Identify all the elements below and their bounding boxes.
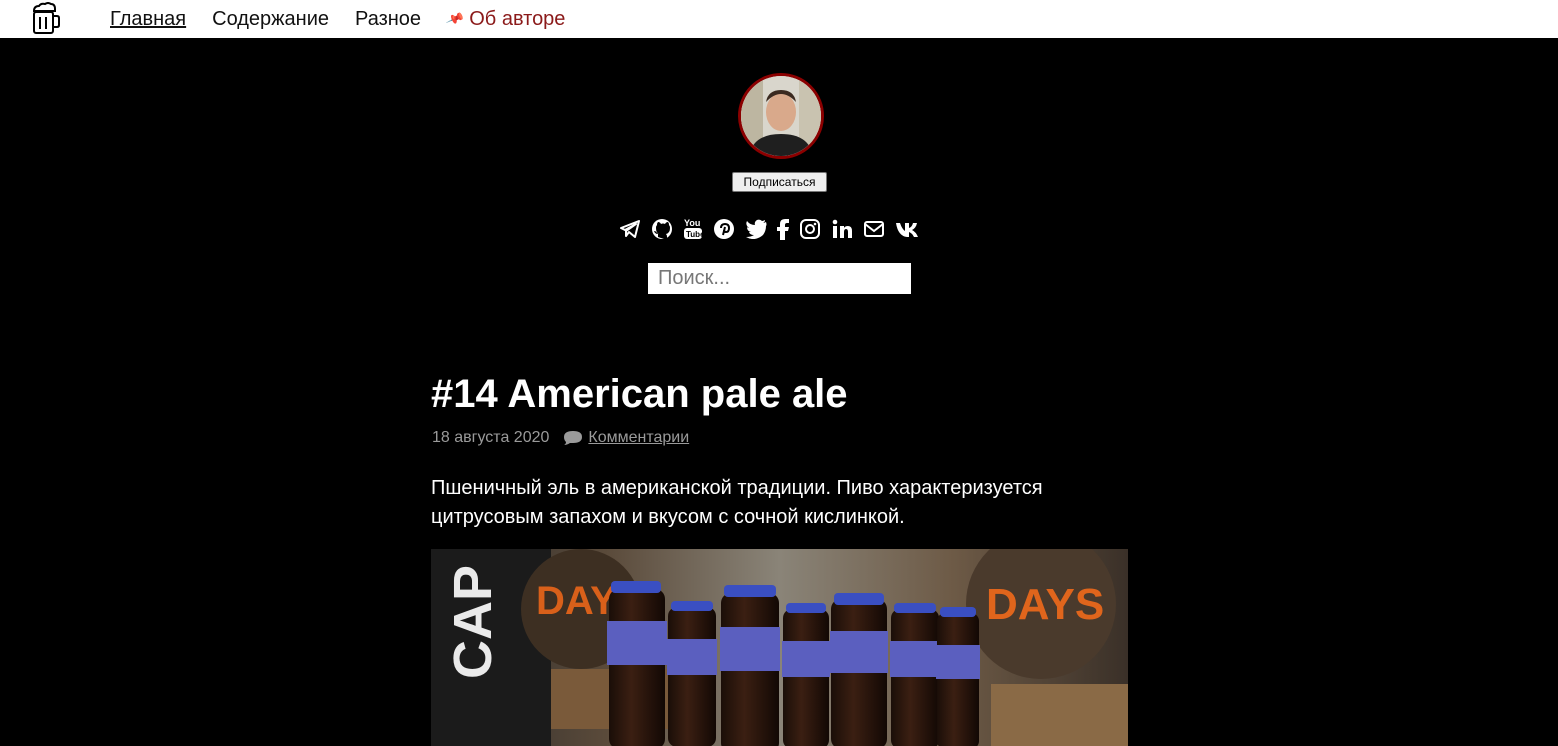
pin-icon: 📌 bbox=[445, 8, 466, 29]
svg-text:DAYS: DAYS bbox=[986, 580, 1104, 629]
author-avatar bbox=[738, 73, 824, 159]
post-date: 18 августа 2020 bbox=[432, 429, 550, 446]
top-navigation-bar: Главная Содержание Разное 📌 Об авторе bbox=[0, 0, 1558, 38]
social-links: You Tube bbox=[619, 217, 929, 241]
post-title[interactable]: #14 American pale ale bbox=[431, 372, 848, 417]
svg-text:Tube: Tube bbox=[686, 230, 703, 239]
linkedin-icon[interactable] bbox=[831, 218, 853, 240]
nav-home[interactable]: Главная bbox=[110, 8, 186, 31]
post-meta: 18 августа 2020 Комментарии bbox=[432, 429, 689, 447]
facebook-icon[interactable] bbox=[777, 218, 789, 240]
youtube-icon[interactable]: You Tube bbox=[683, 217, 703, 241]
svg-text:You: You bbox=[684, 218, 700, 228]
post-image-beer-bottles[interactable]: CAP DAYS DAY bbox=[431, 549, 1128, 746]
vk-icon[interactable] bbox=[895, 221, 919, 237]
comments-link[interactable]: Комментарии bbox=[588, 429, 689, 447]
post-excerpt: Пшеничный эль в американской традиции. П… bbox=[431, 477, 1043, 528]
svg-text:CAP: CAP bbox=[443, 565, 503, 679]
svg-text:DAY: DAY bbox=[536, 579, 617, 623]
mail-icon[interactable] bbox=[863, 220, 885, 238]
github-icon[interactable] bbox=[651, 218, 673, 240]
comment-icon bbox=[563, 430, 583, 446]
nav-about-author-label: Об авторе bbox=[469, 7, 566, 30]
nav-misc[interactable]: Разное bbox=[355, 8, 421, 31]
search-input[interactable] bbox=[648, 263, 911, 294]
pinterest-icon[interactable] bbox=[713, 218, 735, 240]
telegram-icon[interactable] bbox=[619, 219, 641, 239]
main-nav: Главная Содержание Разное 📌 Об авторе bbox=[110, 0, 591, 38]
nav-contents[interactable]: Содержание bbox=[212, 8, 329, 31]
subscribe-button[interactable]: Подписаться bbox=[732, 172, 827, 192]
beer-mug-icon[interactable] bbox=[28, 2, 62, 36]
instagram-icon[interactable] bbox=[799, 218, 821, 240]
nav-about-author[interactable]: 📌 Об авторе bbox=[445, 7, 566, 31]
twitter-icon[interactable] bbox=[745, 219, 767, 239]
